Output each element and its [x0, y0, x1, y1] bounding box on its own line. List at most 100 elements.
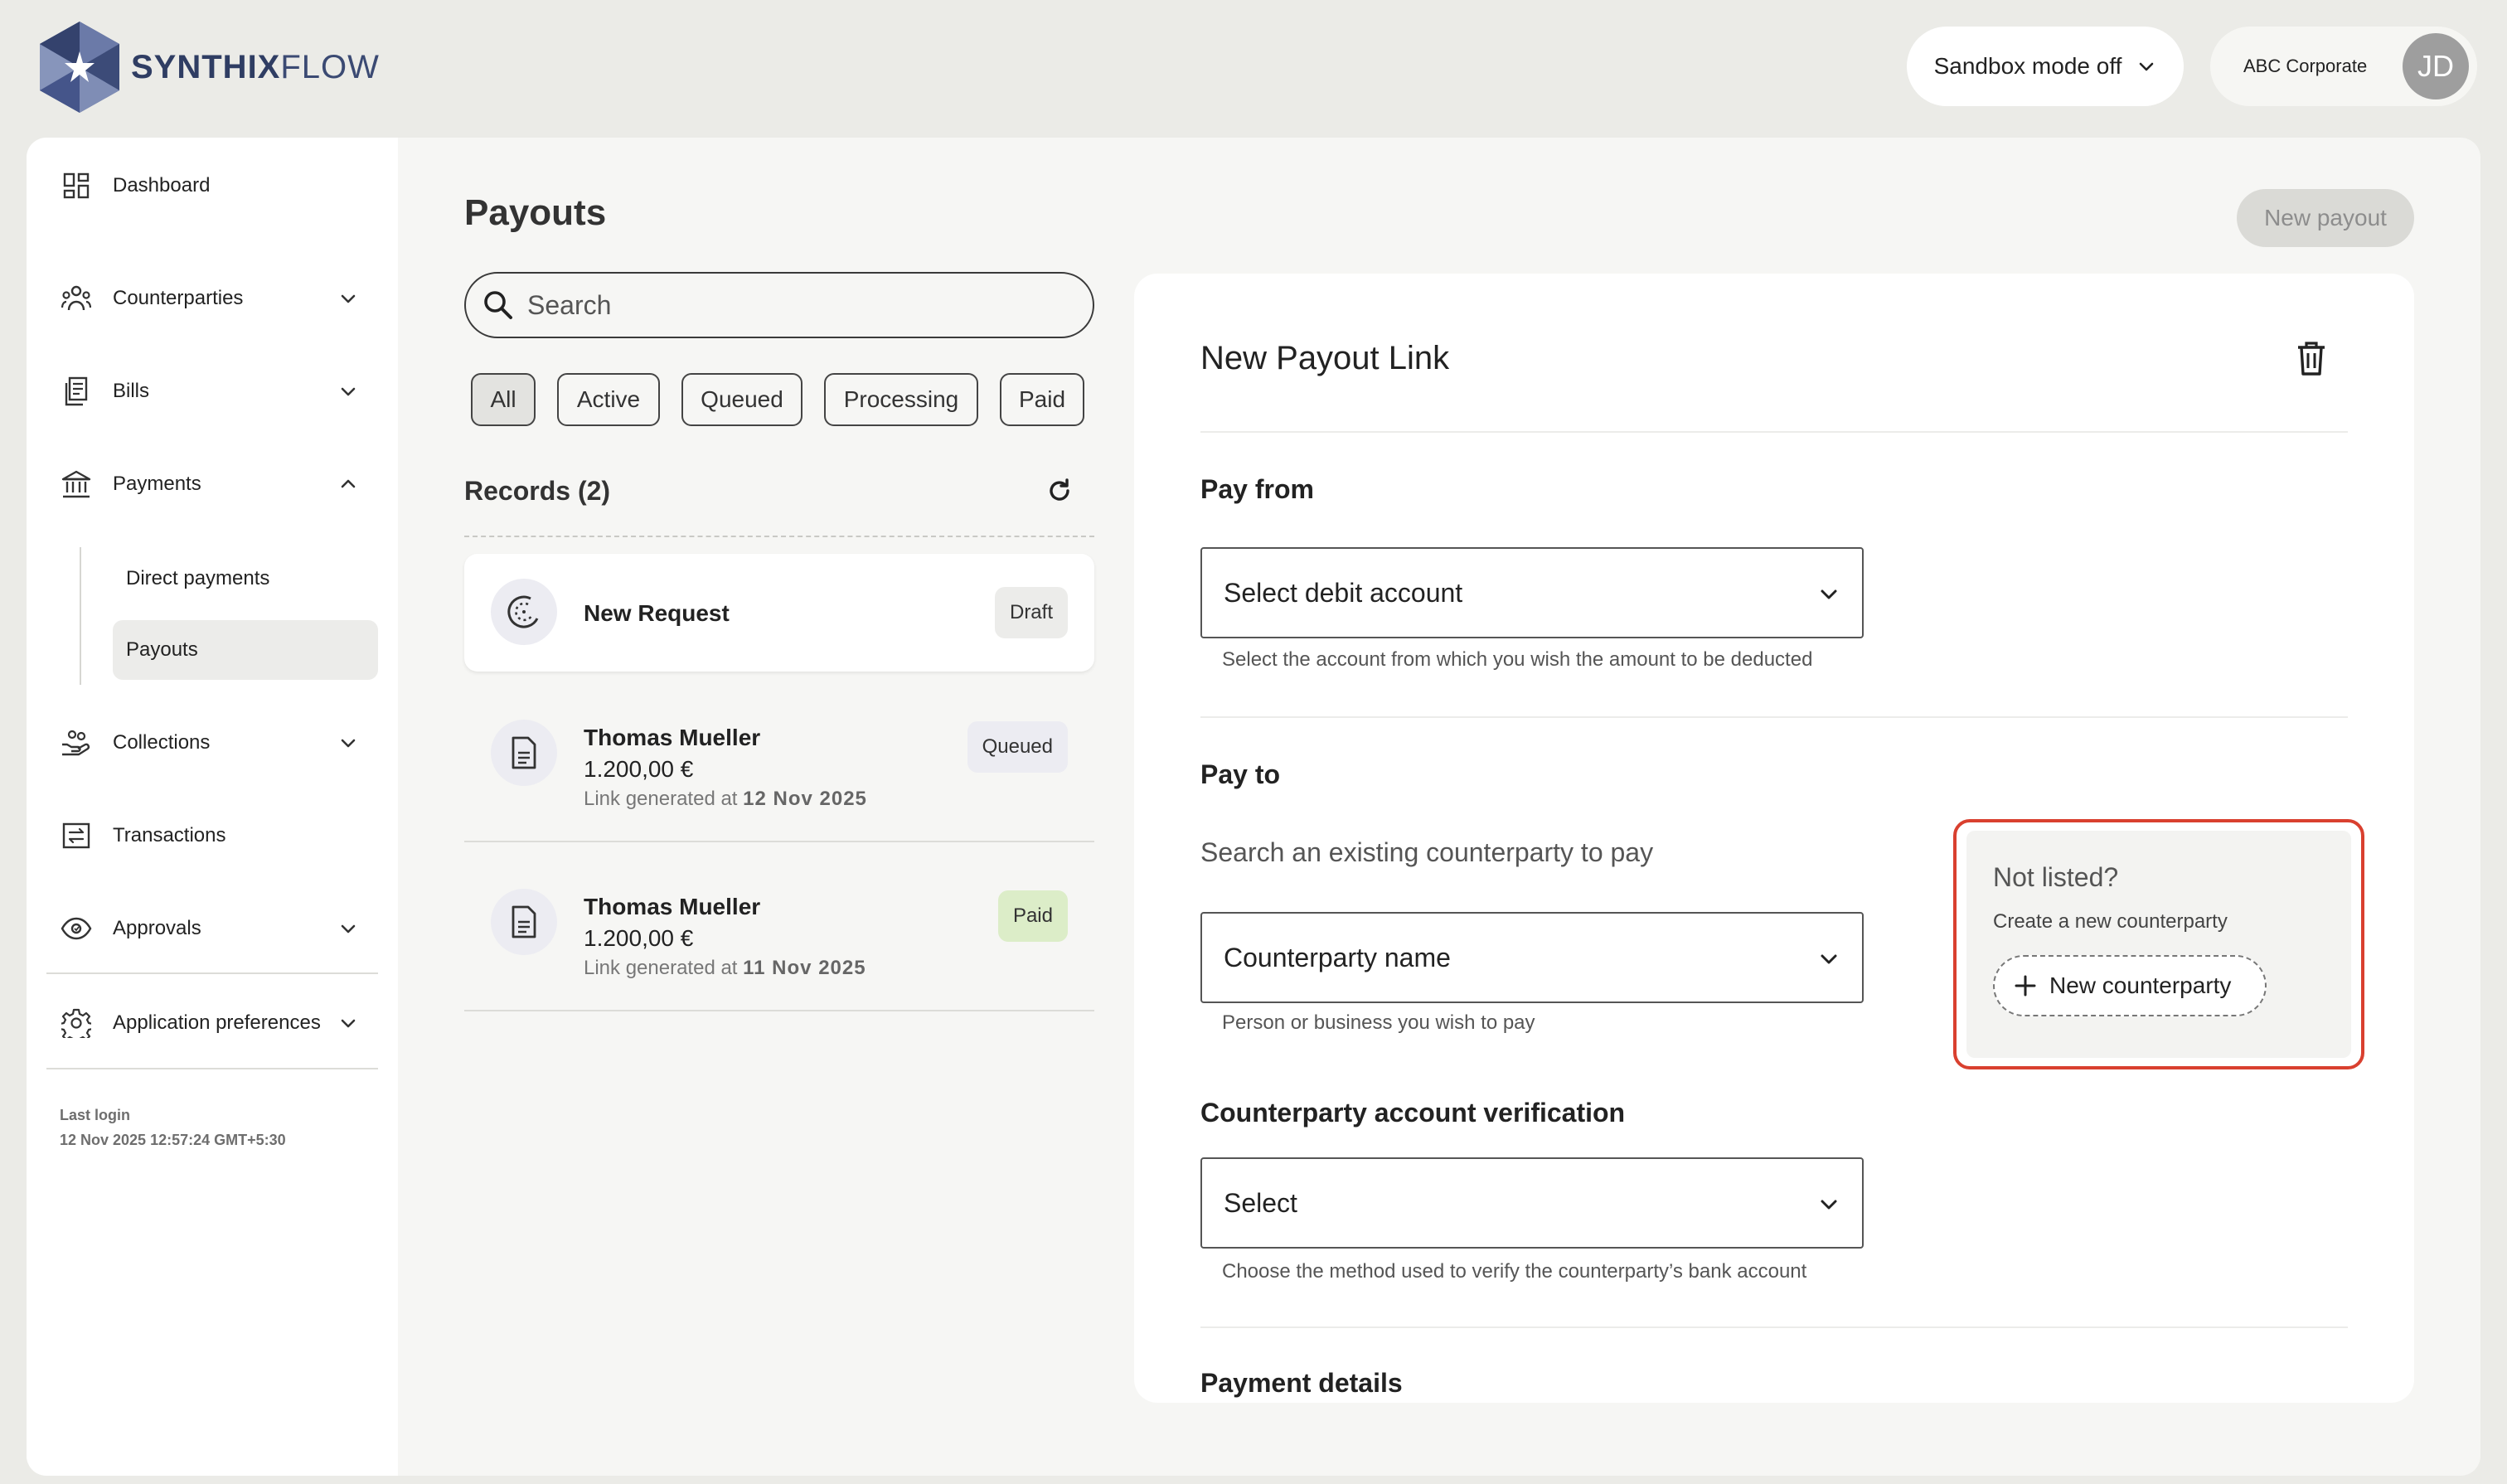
account-menu[interactable]: ABC Corporate JD [2210, 27, 2477, 106]
sidebar-item-application-preferences[interactable]: Application preferences [60, 998, 371, 1048]
sidebar-item-dashboard[interactable]: Dashboard [60, 161, 371, 211]
not-listed-card: Not listed? Create a new counterparty Ne… [1966, 831, 2351, 1058]
payment-details-heading: Payment details [1200, 1368, 1403, 1398]
document-icon [491, 889, 557, 955]
eye-icon [60, 912, 93, 945]
org-name: ABC Corporate [2243, 56, 2368, 76]
dashboard-icon [60, 169, 93, 202]
records-divider [464, 536, 1094, 537]
row-divider [464, 1010, 1094, 1011]
sidebar-item-label: Dashboard [113, 174, 211, 196]
sidebar-item-payouts[interactable]: Payouts [113, 620, 378, 680]
not-listed-title: Not listed? [1993, 862, 2119, 892]
hand-coins-icon [60, 726, 93, 759]
bills-icon [60, 375, 93, 408]
sidebar-item-payments[interactable]: Payments [60, 459, 371, 509]
sidebar-item-label: Application preferences [113, 1011, 321, 1034]
filter-chip-queued[interactable]: Queued [681, 373, 803, 426]
sidebar-item-direct-payments[interactable]: Direct payments [113, 549, 378, 609]
filter-chip-processing[interactable]: Processing [824, 373, 978, 426]
last-login-label: Last login [60, 1107, 130, 1123]
records-title: Records (2) [464, 476, 611, 506]
chevron-down-icon [1821, 1200, 1837, 1210]
chevron-down-icon[interactable] [338, 381, 358, 401]
chevron-down-icon[interactable] [338, 919, 358, 938]
sandbox-mode-label: Sandbox mode off [1933, 53, 2122, 79]
verification-heading: Counterparty account verification [1200, 1098, 1626, 1128]
counterparty-select-value: Counterparty name [1224, 942, 1451, 972]
sidebar-item-approvals[interactable]: Approvals [60, 904, 371, 953]
new-counterparty-button[interactable]: New counterparty [1993, 955, 2267, 1016]
chevron-down-icon[interactable] [338, 733, 358, 753]
trash-icon[interactable] [2295, 340, 2328, 376]
chevron-down-icon[interactable] [338, 1013, 358, 1033]
chevron-down-icon [1821, 954, 1837, 964]
transfer-icon [60, 819, 93, 852]
counterparty-help: Person or business you wish to pay [1222, 1011, 1535, 1034]
sidebar-item-label: Collections [113, 731, 211, 754]
sidebar-item-transactions[interactable]: Transactions [60, 811, 371, 861]
list-item[interactable]: Thomas Mueller 1.200,00 € Link generated… [464, 696, 1094, 842]
record-meta: Link generated at 11 Nov 2025 [584, 957, 866, 979]
sidebar: Dashboard Counterparties Bills Payments … [27, 138, 398, 1476]
search-field[interactable] [464, 272, 1094, 338]
record-meta: Link generated at 12 Nov 2025 [584, 788, 867, 810]
sandbox-mode-dropdown[interactable]: Sandbox mode off [1907, 27, 2184, 106]
sidebar-divider [46, 972, 378, 974]
sidebar-item-bills[interactable]: Bills [60, 366, 371, 416]
people-icon [60, 282, 93, 315]
filter-chip-all[interactable]: All [471, 373, 536, 426]
verification-select-value: Select [1224, 1187, 1297, 1218]
verification-method-select[interactable]: Select [1200, 1157, 1864, 1249]
counterparty-select[interactable]: Counterparty name [1200, 912, 1864, 1003]
record-name: New Request [584, 600, 730, 626]
section-divider [1200, 1326, 2348, 1328]
section-divider [1200, 431, 2348, 433]
sidebar-item-label: Payments [113, 473, 201, 495]
last-login-value: 12 Nov 2025 12:57:24 GMT+5:30 [60, 1132, 286, 1148]
submenu-guide-line [80, 547, 81, 685]
page-title: Payouts [464, 192, 607, 233]
section-divider [1200, 716, 2348, 718]
gear-icon [60, 1006, 93, 1040]
record-name: Thomas Mueller [584, 725, 761, 750]
row-divider [464, 841, 1094, 842]
chevron-down-icon[interactable] [338, 289, 358, 308]
debit-account-select[interactable]: Select debit account [1200, 547, 1864, 638]
list-item[interactable]: Thomas Mueller 1.200,00 € Link generated… [464, 866, 1094, 1011]
refresh-icon[interactable] [1045, 476, 1074, 506]
plus-icon [2015, 975, 2036, 997]
sidebar-item-label: Counterparties [113, 287, 244, 309]
new-payout-button[interactable]: New payout [2237, 189, 2414, 247]
last-login-info: Last login 12 Nov 2025 12:57:24 GMT+5:30 [60, 1103, 286, 1152]
sidebar-item-label: Transactions [113, 824, 226, 846]
chevron-up-icon[interactable] [338, 474, 358, 494]
not-listed-subtitle: Create a new counterparty [1993, 910, 2228, 933]
brand-logo[interactable]: SYNTHIXFLOW [36, 20, 380, 114]
list-item[interactable]: New Request Draft [464, 554, 1094, 672]
filter-chip-active[interactable]: Active [557, 373, 660, 426]
payout-form-panel: New Payout Link Pay from Select debit ac… [1134, 274, 2414, 1403]
pay-from-heading: Pay from [1200, 474, 1314, 504]
record-name: Thomas Mueller [584, 894, 761, 919]
chevron-down-icon [1821, 589, 1837, 599]
debit-account-select-value: Select debit account [1224, 577, 1463, 608]
sidebar-item-collections[interactable]: Collections [60, 718, 371, 768]
document-icon [491, 720, 557, 786]
pay-to-heading: Pay to [1200, 759, 1281, 789]
sidebar-item-label: Bills [113, 380, 150, 402]
search-input[interactable] [527, 289, 1025, 321]
chevron-down-icon [2140, 62, 2154, 71]
sidebar-item-label: Approvals [113, 917, 201, 939]
avatar[interactable]: JD [2403, 33, 2469, 99]
sidebar-divider [46, 1068, 378, 1069]
draft-spinner-icon [491, 579, 557, 645]
debit-account-help: Select the account from which you wish t… [1222, 648, 1813, 671]
status-badge: Draft [994, 587, 1068, 638]
record-date: 11 Nov 2025 [743, 957, 866, 979]
filter-chip-paid[interactable]: Paid [1000, 373, 1084, 426]
form-title: New Payout Link [1200, 340, 1450, 376]
bank-icon [60, 468, 93, 501]
status-badge: Paid [997, 890, 1068, 942]
sidebar-item-counterparties[interactable]: Counterparties [60, 274, 371, 323]
